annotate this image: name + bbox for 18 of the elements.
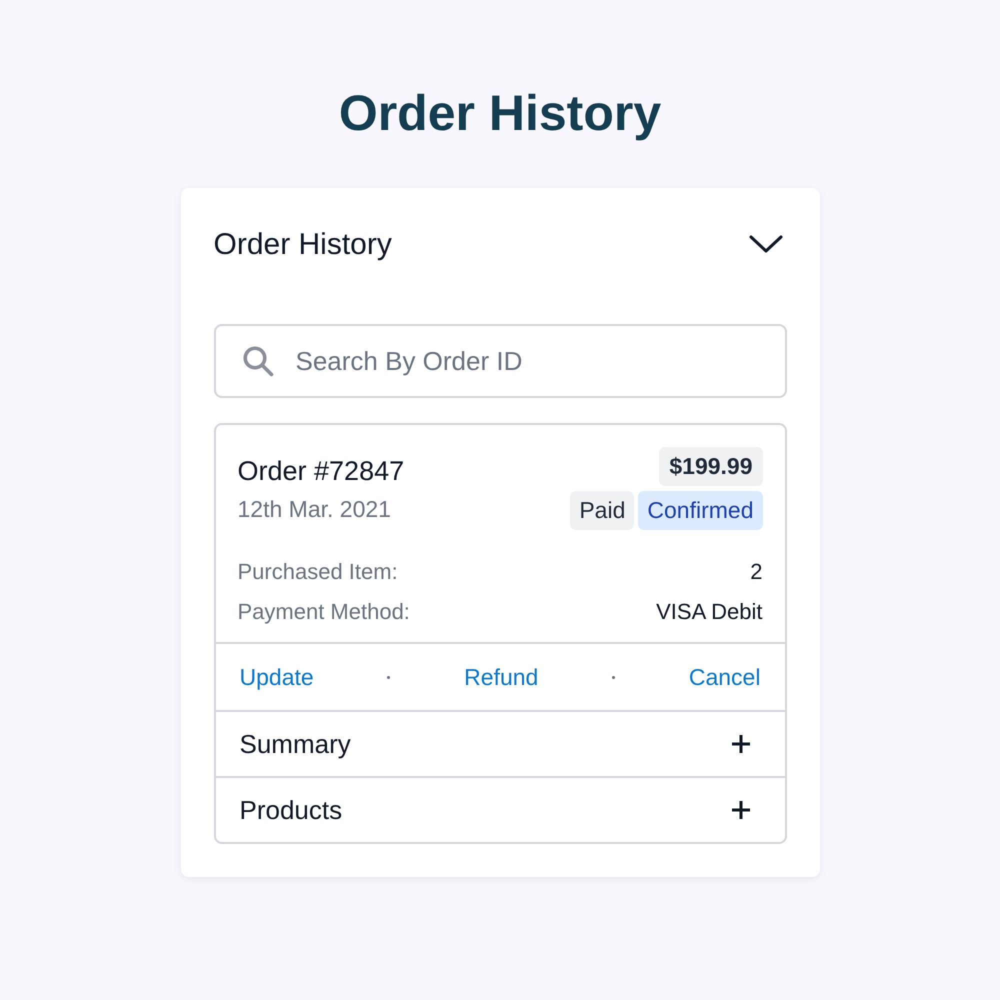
status-badge: Confirmed bbox=[638, 491, 762, 530]
status-badge: Paid bbox=[570, 491, 634, 530]
order-total: $199.99 bbox=[659, 447, 762, 486]
accordion-row[interactable]: Summary bbox=[216, 710, 784, 776]
search-field[interactable]: Search By Order ID bbox=[214, 324, 786, 398]
panel-title: Order History bbox=[214, 226, 392, 262]
page-title: Order History bbox=[338, 84, 662, 143]
detail-label: Purchased Item: bbox=[238, 558, 398, 586]
detail-value: 2 bbox=[750, 558, 762, 586]
chevron-down-icon bbox=[748, 234, 782, 254]
action-link[interactable]: Refund bbox=[464, 660, 538, 694]
order-date: 12th Mar. 2021 bbox=[238, 495, 392, 524]
action-link[interactable]: Update bbox=[240, 660, 314, 694]
detail-label: Payment Method: bbox=[238, 598, 410, 626]
detail-value: VISA Debit bbox=[656, 598, 762, 626]
accordion-row[interactable]: Products bbox=[216, 776, 784, 842]
action-link[interactable]: Cancel bbox=[688, 660, 760, 694]
order-number: Order #72847 bbox=[238, 455, 404, 488]
